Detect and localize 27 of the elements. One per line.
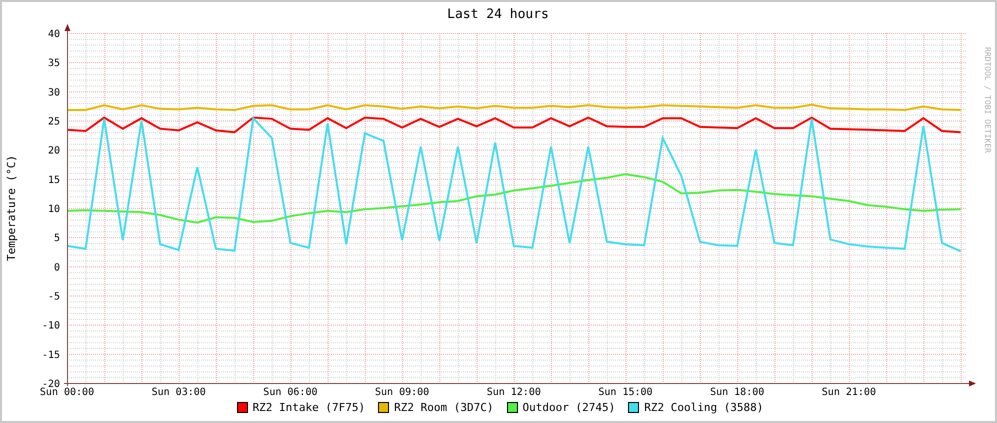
y-tick-label: 15 [48,174,60,186]
y-tick-label: -15 [42,350,60,361]
x-tick-label: Sun 18:00 [710,387,764,398]
x-tick-label: Sun 00:00 [40,387,94,398]
y-tick-label: 30 [48,87,60,98]
legend-label: RZ2 Intake (7F75) [252,401,366,414]
y-tick-label: 20 [48,146,60,157]
credit-text: RRDTOOL / TOBI OETIKER [983,47,992,153]
y-tick-label: 0 [54,262,60,274]
y-tick-label: -10 [42,320,60,332]
legend-label: RZ2 Cooling (3588) [644,401,764,414]
chart-title: Last 24 hours [447,7,549,22]
x-tick-label: Sun 06:00 [263,387,318,398]
x-tick-label: Sun 03:00 [152,387,206,398]
y-tick-label: 25 [48,116,60,128]
x-tick-label: Sun 15:00 [598,387,653,398]
y-axis-label: Temperature (°C) [5,155,18,261]
y-tick-label: -5 [48,292,60,302]
x-tick-label: Sun 12:00 [486,387,541,398]
legend-label: RZ2 Room (3D7C) [394,401,494,414]
x-tick-label: Sun 21:00 [822,387,876,398]
x-tick-label: Sun 09:00 [375,387,430,398]
y-tick-label: 5 [54,233,60,244]
y-tick-label: 35 [48,58,60,70]
y-tick-label: 10 [48,204,60,215]
y-tick-label: 40 [48,29,60,40]
legend-label: Outdoor (2745) [522,401,616,414]
